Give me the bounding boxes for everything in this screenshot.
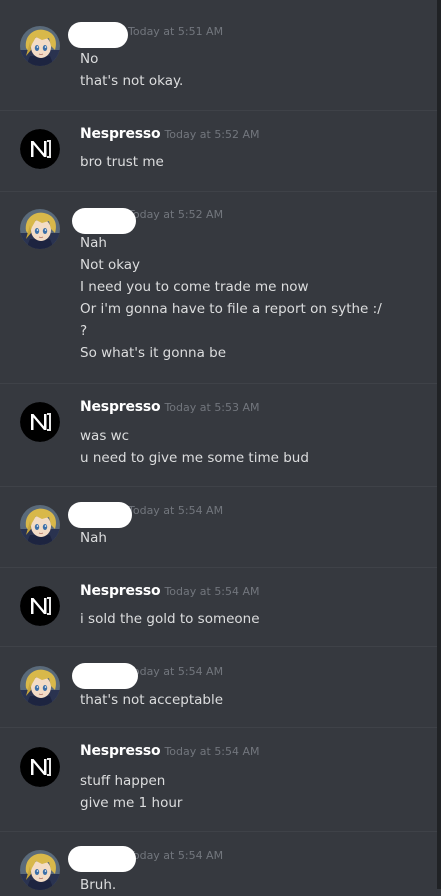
message-text: I need you to come trade me now bbox=[80, 279, 309, 295]
timestamp: Today at 5:54 AM bbox=[164, 585, 260, 598]
message-text: give me 1 hour bbox=[80, 795, 183, 811]
user-avatar[interactable] bbox=[20, 26, 60, 66]
message-body: bro trust me bbox=[80, 151, 164, 173]
user-avatar[interactable] bbox=[20, 850, 60, 890]
scrollbar-thumb[interactable] bbox=[437, 0, 441, 889]
message-text: Nah bbox=[80, 530, 107, 546]
username-redaction bbox=[68, 502, 132, 528]
username-redaction bbox=[72, 663, 138, 689]
message-group: Today at 5:51 AM No that's not okay. bbox=[0, 7, 437, 110]
timestamp: Today at 5:54 AM bbox=[128, 849, 224, 862]
message-text: Or i'm gonna have to file a report on sy… bbox=[80, 301, 382, 317]
message-header: Nespresso Today at 5:52 AM bbox=[80, 123, 260, 143]
message-text: stuff happen bbox=[80, 773, 166, 789]
message-text: was wc bbox=[80, 428, 130, 444]
timestamp: Today at 5:52 AM bbox=[128, 208, 224, 221]
message-group: Today at 5:54 AM Bruh. bbox=[0, 831, 437, 893]
message-group: Today at 5:54 AM that's not acceptable bbox=[0, 646, 437, 728]
message-text: i sold the gold to someone bbox=[80, 611, 260, 627]
message-text: No bbox=[80, 51, 99, 67]
message-group: Today at 5:54 AM Nah bbox=[0, 486, 437, 568]
message-text: So what's it gonna be bbox=[80, 345, 227, 361]
message-body: stuff happen give me 1 hour bbox=[80, 770, 182, 814]
nespresso-avatar[interactable] bbox=[20, 586, 60, 626]
message-text: Not okay bbox=[80, 257, 141, 273]
message-body: Nah Not okay I need you to come trade me n… bbox=[80, 232, 382, 364]
message-text: bro trust me bbox=[80, 154, 164, 170]
nespresso-avatar[interactable] bbox=[20, 129, 60, 169]
message-text: that's not acceptable bbox=[80, 692, 224, 708]
message-body: Nah bbox=[80, 527, 107, 549]
message-body: was wc u need to give me some time bud bbox=[80, 425, 309, 469]
message-header: Nespresso Today at 5:54 AM bbox=[80, 740, 260, 760]
message-header: Nespresso Today at 5:53 AM bbox=[80, 396, 260, 416]
message-group: Today at 5:52 AM Nah Not okay I need you to… bbox=[0, 191, 437, 384]
message-text: Bruh. bbox=[80, 877, 117, 893]
message-group: Nespresso Today at 5:54 AM stuff happen giv… bbox=[0, 727, 437, 832]
user-avatar[interactable] bbox=[20, 209, 60, 249]
nespresso-avatar[interactable] bbox=[20, 402, 60, 442]
timestamp: Today at 5:54 AM bbox=[164, 745, 260, 758]
message-group: Nespresso Today at 5:54 AM i sold the gold… bbox=[0, 567, 437, 647]
message-header: Nespresso Today at 5:54 AM bbox=[80, 580, 260, 600]
username[interactable]: Nespresso bbox=[80, 743, 161, 759]
username-redaction bbox=[68, 22, 128, 48]
nespresso-avatar[interactable] bbox=[20, 747, 60, 787]
username-redaction bbox=[72, 208, 136, 234]
message-body: Bruh. bbox=[80, 874, 116, 896]
timestamp: Today at 5:51 AM bbox=[128, 25, 224, 38]
message-text: Nah bbox=[80, 235, 107, 251]
message-text: that's not okay. bbox=[80, 73, 184, 89]
message-group: Nespresso Today at 5:52 AM bro trust me bbox=[0, 110, 437, 192]
message-body: No that's not okay. bbox=[80, 48, 183, 92]
user-avatar[interactable] bbox=[20, 666, 60, 706]
timestamp: Today at 5:54 AM bbox=[128, 665, 224, 678]
message-body: that's not acceptable bbox=[80, 689, 223, 711]
message-text: ? bbox=[80, 323, 88, 339]
scrollbar-track[interactable] bbox=[437, 0, 441, 889]
username[interactable]: Nespresso bbox=[80, 583, 161, 599]
username[interactable]: Nespresso bbox=[80, 126, 161, 142]
message-body: i sold the gold to someone bbox=[80, 608, 260, 630]
username[interactable]: Nespresso bbox=[80, 399, 161, 415]
timestamp: Today at 5:53 AM bbox=[164, 401, 260, 414]
username-redaction bbox=[68, 846, 136, 872]
message-group: Nespresso Today at 5:53 AM was wc u need to… bbox=[0, 383, 437, 487]
user-avatar[interactable] bbox=[20, 505, 60, 545]
timestamp: Today at 5:52 AM bbox=[164, 128, 260, 141]
message-text: u need to give me some time bud bbox=[80, 450, 309, 466]
timestamp: Today at 5:54 AM bbox=[128, 504, 224, 517]
